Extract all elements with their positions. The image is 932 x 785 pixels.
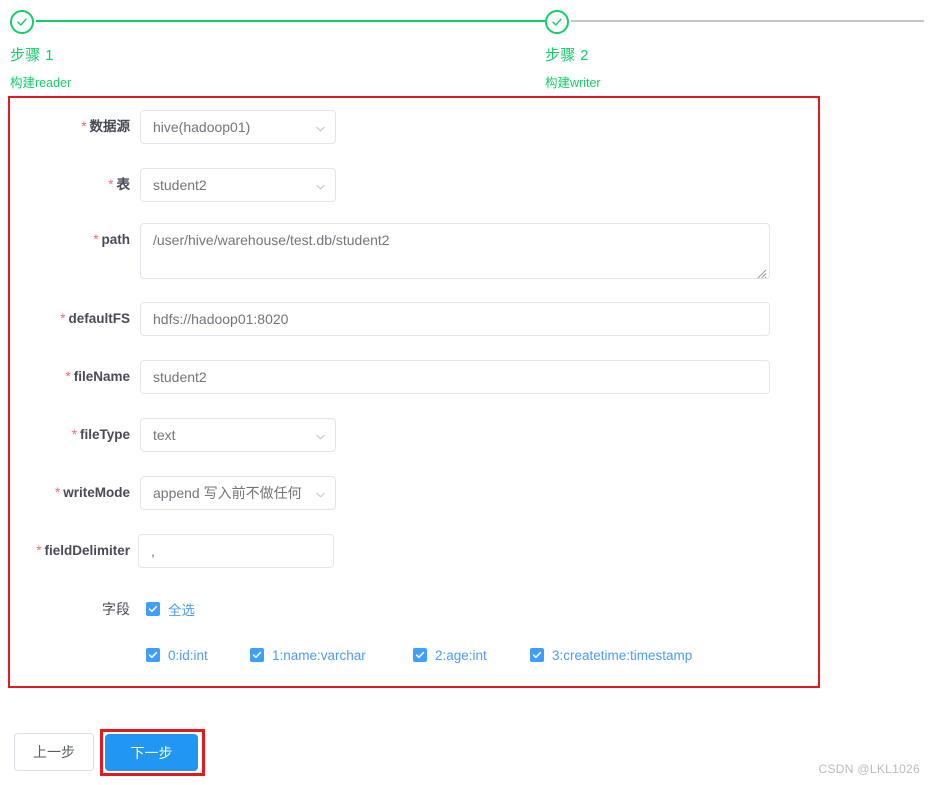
previous-step-button[interactable]: 上一步: [14, 733, 94, 771]
required-asterisk: *: [108, 177, 114, 192]
chevron-down-icon: [315, 430, 326, 441]
path-textarea[interactable]: /user/hive/warehouse/test.db/student2: [140, 223, 770, 279]
label-filename: * fileName: [65, 369, 130, 384]
checkbox-checked-icon: [413, 648, 427, 662]
fielddelimiter-input-value: ,: [151, 543, 155, 559]
field-defaultfs[interactable]: hdfs://hadoop01:8020: [140, 302, 770, 336]
step-1-check-circle-icon: [10, 10, 34, 34]
chevron-down-icon: [315, 180, 326, 191]
datasource-select-value: hive(hadoop01): [153, 119, 251, 135]
checkbox-column-2[interactable]: 2:age:int: [413, 643, 487, 667]
checkbox-column-3-label: 3:createtime:timestamp: [552, 647, 693, 663]
step-connector-green: [36, 20, 547, 22]
path-textarea-value: /user/hive/warehouse/test.db/student2: [153, 232, 390, 248]
checkbox-select-all[interactable]: 全选: [146, 592, 195, 626]
step-item-2[interactable]: 步骤 2 构建writer: [545, 10, 601, 91]
checkbox-checked-icon: [250, 648, 264, 662]
defaultfs-input-value: hdfs://hadoop01:8020: [153, 311, 289, 327]
checkbox-checked-icon: [146, 648, 160, 662]
label-writemode: * writeMode: [54, 485, 130, 500]
label-path: * path: [93, 232, 130, 247]
field-filetype[interactable]: text: [140, 418, 336, 452]
watermark: CSDN @LKL1026: [818, 762, 920, 776]
label-datasource: * 数据源: [81, 119, 130, 134]
checkbox-checked-icon: [146, 602, 160, 616]
step-2-description: 构建writer: [545, 76, 601, 90]
writemode-select-value: append 写入前不做任何: [153, 485, 302, 501]
step-indicator: 步骤 1 构建reader 步骤 2 构建writer: [0, 0, 932, 92]
checkbox-column-1-label: 1:name:varchar: [272, 647, 366, 663]
next-step-button[interactable]: 下一步: [105, 734, 198, 771]
step-item-1[interactable]: 步骤 1 构建reader: [10, 10, 71, 91]
label-fielddelimiter: * fieldDelimiter: [36, 543, 130, 558]
field-path[interactable]: /user/hive/warehouse/test.db/student2: [140, 223, 770, 279]
filename-input-value: student2: [153, 369, 207, 385]
checkbox-column-2-label: 2:age:int: [435, 647, 487, 663]
step-1-title: 步骤 1: [10, 47, 54, 64]
filetype-select-value: text: [153, 427, 176, 443]
label-columns: 字段: [102, 601, 130, 617]
field-datasource[interactable]: hive(hadoop01): [140, 110, 336, 144]
writemode-select[interactable]: append 写入前不做任何: [140, 476, 336, 510]
chevron-down-icon: [315, 122, 326, 133]
field-table[interactable]: student2: [140, 168, 336, 202]
page-root: 步骤 1 构建reader 步骤 2 构建writer * 数据源 hive(ha…: [0, 0, 932, 785]
label-table: * 表: [108, 177, 130, 192]
writer-form-highlight-box: * 数据源 hive(hadoop01) * 表 student2 * path…: [8, 96, 820, 688]
required-asterisk: *: [65, 369, 71, 384]
checkbox-select-all-label: 全选: [168, 603, 195, 618]
checkbox-column-1[interactable]: 1:name:varchar: [250, 643, 366, 667]
required-asterisk: *: [81, 119, 87, 134]
step-2-check-circle-icon: [545, 10, 569, 34]
fielddelimiter-input[interactable]: ,: [138, 534, 334, 568]
datasource-select[interactable]: hive(hadoop01): [140, 110, 336, 144]
required-asterisk: *: [71, 427, 77, 442]
required-asterisk: *: [54, 485, 61, 500]
required-asterisk: *: [93, 232, 99, 247]
checkbox-column-0[interactable]: 0:id:int: [146, 643, 208, 667]
field-filename[interactable]: student2: [140, 360, 770, 394]
step-2-title: 步骤 2: [545, 47, 589, 64]
label-defaultfs: * defaultFS: [60, 311, 130, 326]
step-1-description: 构建reader: [10, 76, 72, 90]
filetype-select[interactable]: text: [140, 418, 336, 452]
table-select[interactable]: student2: [140, 168, 336, 202]
table-select-value: student2: [153, 177, 207, 193]
chevron-down-icon: [315, 488, 326, 499]
required-asterisk: *: [60, 311, 66, 326]
defaultfs-input[interactable]: hdfs://hadoop01:8020: [140, 302, 770, 336]
checkbox-column-3[interactable]: 3:createtime:timestamp: [530, 643, 692, 667]
filename-input[interactable]: student2: [140, 360, 770, 394]
required-asterisk: *: [36, 543, 42, 558]
field-fielddelimiter[interactable]: ,: [138, 534, 334, 568]
label-filetype: * fileType: [71, 427, 130, 442]
checkbox-checked-icon: [530, 648, 544, 662]
step-connector-gray: [571, 20, 924, 22]
checkbox-column-0-label: 0:id:int: [168, 647, 208, 663]
field-writemode[interactable]: append 写入前不做任何: [140, 476, 336, 510]
resize-handle-icon[interactable]: [757, 266, 767, 279]
